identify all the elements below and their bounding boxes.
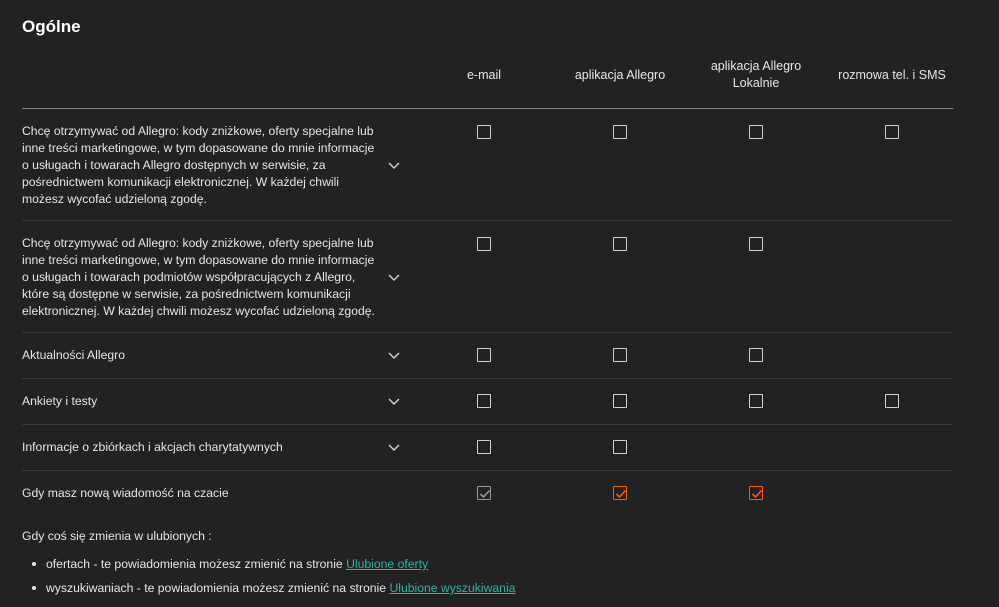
checkbox-allegro-lokalnie-app[interactable] (749, 237, 763, 251)
checkbox-email-checked-disabled (477, 486, 491, 500)
checkbox-allegro-lokalnie-app-checked[interactable] (749, 486, 763, 500)
chevron-down-icon[interactable] (386, 347, 402, 363)
column-header-allegro-app: aplikacja Allegro (574, 67, 666, 82)
bullet-text: ofertach - te powiadomienia możesz zmien… (46, 557, 347, 571)
checkmark-icon (751, 489, 763, 499)
row-label: Gdy masz nową wiadomość na czacie (22, 486, 229, 500)
favorites-intro: Gdy coś się zmienia w ulubionych : (22, 529, 212, 543)
checkbox-allegro-app[interactable] (613, 348, 627, 362)
checkmark-icon (615, 489, 627, 499)
chevron-down-icon[interactable] (386, 269, 402, 285)
bullet-dot (32, 561, 36, 566)
checkbox-allegro-lokalnie-app[interactable] (749, 125, 763, 139)
favorite-offers-link[interactable]: Ulubione oferty (346, 557, 428, 571)
section-title: Ogólne (22, 17, 81, 36)
column-header-phone-sms: rozmowa tel. i SMS (838, 67, 946, 82)
checkbox-email[interactable] (477, 125, 491, 139)
checkbox-allegro-app[interactable] (613, 440, 627, 454)
checkbox-email[interactable] (477, 237, 491, 251)
checkbox-phone-sms[interactable] (885, 394, 899, 408)
bullet-text: wyszukiwaniach - te powiadomienia możesz… (46, 581, 390, 595)
checkbox-email[interactable] (477, 348, 491, 362)
chevron-down-icon[interactable] (386, 157, 402, 173)
checkbox-allegro-app[interactable] (613, 125, 627, 139)
checkbox-allegro-lokalnie-app[interactable] (749, 348, 763, 362)
checkbox-allegro-app[interactable] (613, 394, 627, 408)
consent-row-charity: Informacje o zbiórkach i akcjach charyta… (22, 425, 953, 471)
consent-row-marketing-allegro: Chcę otrzymywać od Allegro: kody zniżkow… (22, 109, 953, 221)
consent-row-news: Aktualności Allegro (22, 333, 953, 379)
chevron-down-icon[interactable] (386, 439, 402, 455)
checkbox-phone-sms[interactable] (885, 125, 899, 139)
checkbox-email[interactable] (477, 440, 491, 454)
consent-row-chat-message: Gdy masz nową wiadomość na czacie (22, 471, 953, 516)
checkbox-allegro-app-checked[interactable] (613, 486, 627, 500)
checkmark-icon (479, 489, 491, 499)
consent-row-marketing-partners: Chcę otrzymywać od Allegro: kody zniżkow… (22, 221, 953, 333)
favorites-bullet-offers: ofertach - te powiadomienia możesz zmien… (32, 557, 428, 571)
row-label: Chcę otrzymywać od Allegro: kody zniżkow… (22, 236, 375, 318)
checkbox-allegro-lokalnie-app[interactable] (749, 394, 763, 408)
column-header-allegro-lokalnie-app: aplikacja Allegro Lokalnie (710, 59, 802, 90)
row-label: Chcę otrzymywać od Allegro: kody zniżkow… (22, 124, 375, 206)
favorites-bullet-searches: wyszukiwaniach - te powiadomienia możesz… (32, 581, 515, 595)
chevron-down-icon[interactable] (386, 393, 402, 409)
column-header-email: e-mail (466, 67, 502, 82)
row-label: Aktualności Allegro (22, 348, 125, 362)
row-label: Ankiety i testy (22, 394, 98, 408)
row-label: Informacje o zbiórkach i akcjach charyta… (22, 440, 283, 454)
checkbox-email[interactable] (477, 394, 491, 408)
checkbox-allegro-app[interactable] (613, 237, 627, 251)
favorite-searches-link[interactable]: Ulubione wyszukiwania (389, 581, 515, 595)
consent-row-surveys: Ankiety i testy (22, 379, 953, 425)
bullet-dot (32, 585, 36, 590)
